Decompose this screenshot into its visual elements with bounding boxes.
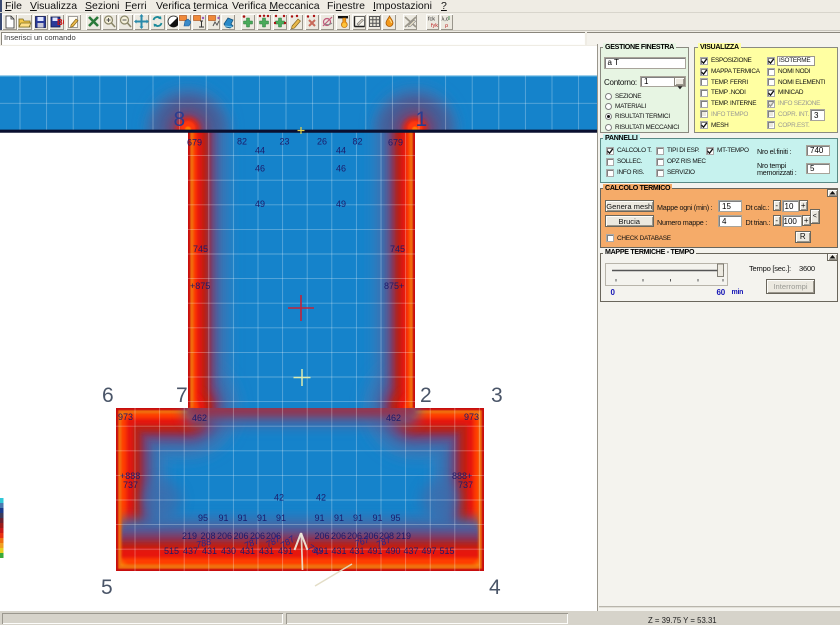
svg-text:431: 431 [332, 546, 347, 556]
svg-text:497: 497 [422, 546, 437, 556]
svg-text:7: 7 [176, 384, 188, 407]
svg-text:437: 437 [404, 546, 419, 556]
svg-text:82: 82 [353, 137, 363, 147]
svg-text:875+: 875+ [384, 281, 404, 291]
svg-text:515: 515 [164, 546, 179, 556]
svg-text:26: 26 [317, 137, 327, 147]
svg-text:737: 737 [458, 480, 473, 490]
svg-text:679: 679 [187, 138, 202, 148]
svg-text:91: 91 [219, 513, 229, 523]
svg-text:95: 95 [391, 513, 401, 523]
svg-text:737: 737 [123, 480, 138, 490]
svg-text:ρ: ρ [445, 23, 448, 29]
svg-text:42: 42 [274, 493, 284, 503]
svg-text:206: 206 [315, 531, 330, 541]
svg-text:91: 91 [373, 513, 383, 523]
svg-text:462: 462 [192, 413, 207, 423]
svg-text:4: 4 [489, 576, 501, 599]
svg-text:fck: fck [428, 16, 435, 22]
svg-text:fyk: fyk [431, 23, 438, 29]
svg-text:95: 95 [198, 513, 208, 523]
svg-text:745: 745 [193, 244, 208, 254]
svg-text:462: 462 [386, 413, 401, 423]
svg-text:91: 91 [353, 513, 363, 523]
svg-text:2: 2 [420, 384, 432, 407]
svg-text:1: 1 [416, 108, 428, 131]
svg-text:219: 219 [396, 531, 411, 541]
svg-text:490: 490 [386, 546, 401, 556]
svg-text:973: 973 [118, 412, 133, 422]
svg-text:91: 91 [334, 513, 344, 523]
svg-text:6: 6 [102, 384, 114, 407]
svg-text:23: 23 [280, 137, 290, 147]
svg-text:46: 46 [336, 164, 346, 174]
svg-text:206: 206 [217, 531, 232, 541]
svg-text:5: 5 [101, 576, 113, 599]
svg-text:49: 49 [336, 199, 346, 209]
svg-text:430: 430 [221, 546, 236, 556]
svg-text:49: 49 [255, 199, 265, 209]
svg-text:515: 515 [440, 546, 455, 556]
svg-text:91: 91 [315, 513, 325, 523]
svg-text:91: 91 [238, 513, 248, 523]
svg-text:B6: B6 [57, 18, 64, 27]
svg-text:206: 206 [331, 531, 346, 541]
svg-text:+875: +875 [190, 281, 210, 291]
svg-text:745: 745 [390, 244, 405, 254]
svg-text:46: 46 [255, 164, 265, 174]
svg-text:44: 44 [336, 146, 346, 156]
svg-text:3: 3 [491, 384, 503, 407]
svg-text:8: 8 [174, 108, 186, 131]
svg-text:91: 91 [257, 513, 267, 523]
svg-text:44: 44 [255, 146, 265, 156]
svg-text:91: 91 [276, 513, 286, 523]
svg-text:82: 82 [237, 137, 247, 147]
svg-text:λ,c: λ,c [441, 16, 448, 22]
svg-text:679: 679 [388, 138, 403, 148]
svg-text:973: 973 [464, 412, 479, 422]
svg-text:42: 42 [316, 493, 326, 503]
svg-text:437: 437 [183, 546, 198, 556]
